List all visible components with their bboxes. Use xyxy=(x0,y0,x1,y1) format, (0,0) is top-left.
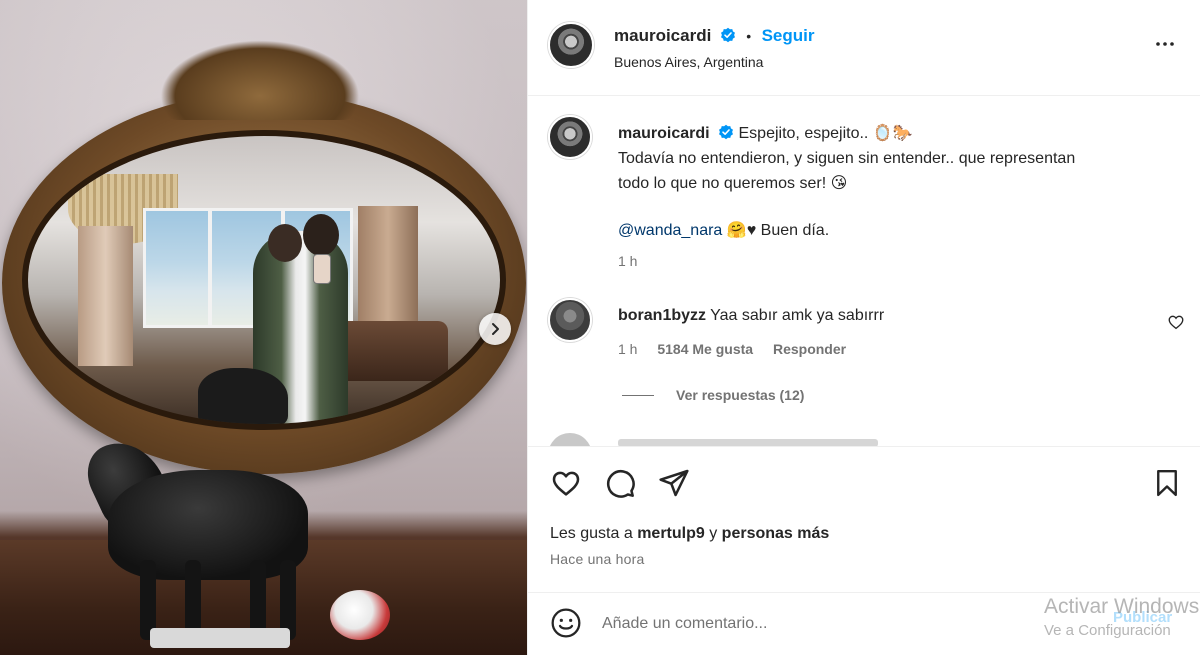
caption-time[interactable]: 1 h xyxy=(618,249,1178,274)
chevron-right-icon xyxy=(492,323,499,335)
avatar[interactable] xyxy=(548,22,594,68)
next-photo-button[interactable] xyxy=(479,313,511,345)
comment-username[interactable]: boran1byzz xyxy=(618,307,706,324)
comment-avatar[interactable] xyxy=(548,298,592,342)
caption: mauroicardi Espejito, espejito.. 🪞🐎 Toda… xyxy=(618,121,1178,274)
toy-figure xyxy=(330,590,390,640)
reply-button[interactable]: Responder xyxy=(773,341,846,357)
actions-bar: Les gusta a mertulp9 y personas más Hace… xyxy=(528,446,1200,592)
post-header: mauroicardi • Seguir Buenos Aires, Argen… xyxy=(528,0,1200,96)
caption-username[interactable]: mauroicardi xyxy=(618,125,710,142)
post-time[interactable]: Hace una hora xyxy=(550,551,644,567)
instagram-post: mauroicardi • Seguir Buenos Aires, Argen… xyxy=(0,0,1200,655)
likes-summary: Les gusta a mertulp9 y personas más xyxy=(550,525,829,543)
statue-base xyxy=(150,628,290,648)
caption-emojis: 🪞🐎 xyxy=(872,125,913,142)
separator-dot: • xyxy=(746,28,752,44)
comment-text: Yaa sabır amk ya sabırrr xyxy=(710,307,885,324)
likes-user[interactable]: mertulp9 xyxy=(637,525,705,542)
head-man xyxy=(268,224,302,262)
header-user-line: mauroicardi • Seguir xyxy=(614,26,814,46)
replies-divider xyxy=(622,394,654,396)
comment-icon[interactable] xyxy=(604,467,636,499)
mention-emojis: 🤗♥ xyxy=(726,222,757,239)
post-details: mauroicardi • Seguir Buenos Aires, Argen… xyxy=(527,0,1200,655)
location-link[interactable]: Buenos Aires, Argentina xyxy=(614,54,763,70)
caption-first-line: Espejito, espejito.. xyxy=(738,125,869,142)
heart-icon[interactable] xyxy=(550,467,582,499)
post-photo[interactable] xyxy=(0,0,527,655)
more-horizontal-icon[interactable] xyxy=(1153,32,1177,56)
likes-others[interactable]: personas más xyxy=(722,525,830,542)
mirror-frame xyxy=(2,92,526,474)
sofa xyxy=(338,321,448,381)
horse-statue xyxy=(108,470,308,580)
comment-body: boran1byzz Yaa sabır amk ya sabırrr xyxy=(618,307,884,325)
emoji-icon[interactable] xyxy=(550,607,582,639)
curtain-left xyxy=(78,226,133,366)
comments-section[interactable]: mauroicardi Espejito, espejito.. 🪞🐎 Toda… xyxy=(528,97,1200,446)
view-replies-label: Ver respuestas (12) xyxy=(676,387,805,403)
head-woman xyxy=(303,214,339,256)
comment-like-icon[interactable] xyxy=(1167,313,1185,331)
likes-conjunction: y xyxy=(709,525,718,542)
comment-input[interactable] xyxy=(602,609,1022,639)
add-comment-bar: Publicar Activar Windows Ve a Configurac… xyxy=(528,592,1200,655)
mirror-crest xyxy=(160,40,360,120)
share-icon[interactable] xyxy=(658,467,690,499)
verified-badge-icon xyxy=(719,124,734,140)
mention-link[interactable]: @wanda_nara xyxy=(618,222,722,239)
comment-meta: 1 h 5184 Me gusta Responder xyxy=(618,341,862,357)
username[interactable]: mauroicardi xyxy=(614,26,711,45)
caption-greeting: Buen día. xyxy=(760,222,830,239)
caption-line-3: todo lo que no queremos ser! xyxy=(618,175,827,192)
caption-avatar[interactable] xyxy=(548,115,592,159)
next-comment-avatar xyxy=(548,433,592,446)
verified-badge-icon xyxy=(720,27,735,43)
phone xyxy=(313,254,331,284)
publish-button[interactable]: Publicar xyxy=(1113,609,1172,626)
likes-prefix: Les gusta a xyxy=(550,525,633,542)
bookmark-icon[interactable] xyxy=(1152,467,1182,499)
horse-reflection xyxy=(198,368,288,424)
mirror-reflection xyxy=(22,130,506,430)
comment-likes[interactable]: 5184 Me gusta xyxy=(657,341,753,357)
next-comment-preview xyxy=(618,439,878,446)
view-replies-button[interactable]: Ver respuestas (12) xyxy=(622,387,804,403)
caption-line-2: Todavía no entendieron, y siguen sin ent… xyxy=(618,150,1076,167)
comment-time[interactable]: 1 h xyxy=(618,341,637,357)
follow-button[interactable]: Seguir xyxy=(762,26,815,45)
caption-kiss-emoji: 😘 xyxy=(830,175,848,192)
